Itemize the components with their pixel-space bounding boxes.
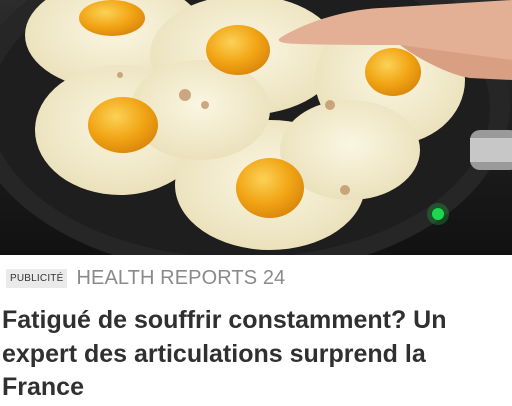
ad-source[interactable]: HEALTH REPORTS 24	[76, 266, 285, 290]
sponsored-badge: PUBLICITÉ	[6, 268, 68, 288]
ad-card[interactable]: PUBLICITÉ HEALTH REPORTS 24 Fatigué de s…	[0, 0, 512, 406]
ad-headline[interactable]: Fatigué de souffrir constamment? Un expe…	[2, 304, 508, 405]
ad-thumbnail[interactable]	[0, 0, 512, 255]
fried-eggs-photo	[0, 0, 512, 255]
ad-meta: PUBLICITÉ HEALTH REPORTS 24	[6, 266, 285, 290]
